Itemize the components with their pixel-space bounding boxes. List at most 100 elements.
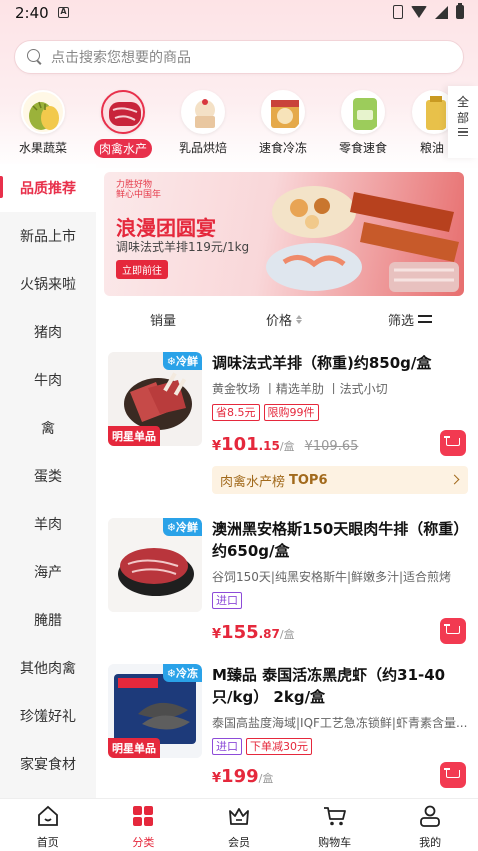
banner-logo-line1: 力胜好物	[116, 180, 153, 190]
category-row: 水果蔬菜 肉禽水产 乳品烘焙 速食冷冻 零食速食 粮油	[0, 86, 478, 162]
cold-fresh-tag: ❄冷鲜	[162, 352, 202, 370]
product-card[interactable]: ❄冷鲜 澳洲黑安格斯150天眼肉牛排（称重）约650g/盒 谷饲150天|纯黑安…	[104, 518, 478, 648]
nav-category[interactable]: 分类	[96, 799, 192, 851]
category-dairy-bakery[interactable]: 乳品烘焙	[168, 86, 238, 162]
product-price: ¥199/盒	[212, 766, 274, 787]
all-categories-label: 全部	[456, 95, 469, 125]
nav-cart[interactable]: 购物车	[287, 799, 383, 851]
banner-logo: 力胜好物 鲜心中国年	[116, 180, 161, 200]
category-grain-oil[interactable]: 粮油	[408, 86, 452, 162]
add-to-cart-button[interactable]	[440, 762, 466, 788]
grain-oil-icon	[412, 90, 452, 134]
add-to-cart-button[interactable]	[440, 430, 466, 456]
product-badges: 进口	[212, 592, 242, 609]
category-label: 零食速食	[338, 141, 387, 155]
product-desc: 谷饲150天|纯黑安格斯牛|鲜嫩多汁|适合煎烤	[212, 570, 452, 584]
crown-icon	[229, 808, 249, 825]
status-time: 2:40	[15, 4, 49, 22]
profile-icon	[420, 805, 441, 827]
banner-go-button[interactable]: 立即前往	[116, 260, 168, 279]
sidebar-item-seafood[interactable]: 海产	[0, 548, 96, 596]
cold-fresh-tag: ❄冷鲜	[162, 518, 202, 536]
category-label: 乳品烘焙	[178, 141, 227, 155]
product-price: ¥155.87/盒	[212, 622, 295, 643]
signal-icon	[435, 5, 448, 19]
all-categories-button[interactable]: 全部	[448, 86, 478, 158]
banner-subtitle: 调味法式羊排119元/1kg	[116, 240, 250, 254]
sidebar-item-pork[interactable]: 猪肉	[0, 308, 96, 356]
star-product-tag: 明星单品	[108, 738, 160, 758]
discount-badge: 下单减30元	[246, 738, 312, 755]
sort-sales-label: 销量	[150, 313, 177, 329]
bottom-nav: 首页 分类 会员 购物车 我的	[0, 798, 478, 851]
sidebar-item-cured[interactable]: 腌腊	[0, 596, 96, 644]
sidebar-item-new[interactable]: 新品上市	[0, 212, 96, 260]
promo-banner[interactable]: 力胜好物 鲜心中国年 浪漫团圆宴 调味法式羊排119元/1kg 立即前往	[104, 172, 464, 296]
filter-button[interactable]: 筛选	[388, 310, 433, 329]
product-card[interactable]: ❄冷冻 明星单品 M臻品 泰国活冻黑虎虾（约31-40只/kg） 2kg/盒 泰…	[104, 664, 478, 796]
product-badges: 进口 下单减30元	[212, 738, 312, 755]
category-label: 速食冷冻	[258, 141, 307, 155]
frozen-tag: ❄冷冻	[162, 664, 202, 682]
sidebar-item-hotpot[interactable]: 火锅来啦	[0, 260, 96, 308]
sidebar-item-other-meat[interactable]: 其他肉禽	[0, 644, 96, 692]
banner-logo-line2: 鲜心中国年	[116, 190, 162, 200]
original-price: ¥109.65	[304, 439, 359, 454]
category-label: 水果蔬菜	[18, 141, 67, 155]
nav-cart-label: 购物车	[318, 836, 352, 849]
snack-bag-icon	[341, 90, 385, 134]
category-meat-seafood[interactable]: 肉禽水产	[88, 86, 158, 162]
notification-a-icon: A	[58, 7, 69, 18]
sidebar-item-eggs[interactable]: 蛋类	[0, 452, 96, 500]
product-card[interactable]: ❄冷鲜 明星单品 调味法式羊排（称重)约850g/盒 黄金牧场 丨精选羊肋 丨法…	[104, 352, 478, 502]
sidebar-item-lamb[interactable]: 羊肉	[0, 500, 96, 548]
sort-arrows-icon	[296, 314, 303, 324]
category-label: 肉禽水产	[93, 139, 152, 158]
category-snacks[interactable]: 零食速食	[328, 86, 398, 162]
status-icons	[393, 3, 464, 19]
filter-bar: 销量 价格 筛选	[104, 302, 474, 336]
nav-profile[interactable]: 我的	[382, 799, 478, 851]
search-bar[interactable]: 点击搜索您想要的商品	[14, 40, 464, 74]
sort-price[interactable]: 价格	[266, 310, 303, 329]
status-bar: 2:40 A	[0, 0, 478, 26]
frozen-food-icon	[261, 90, 305, 134]
banner-title: 浪漫团圆宴	[116, 216, 216, 240]
dessert-icon	[181, 90, 225, 134]
add-to-cart-button[interactable]	[440, 618, 466, 644]
sidebar-item-poultry[interactable]: 禽	[0, 404, 96, 452]
search-placeholder: 点击搜索您想要的商品	[51, 50, 191, 66]
nav-member[interactable]: 会员	[191, 799, 287, 851]
sidebar-item-recommended[interactable]: 品质推荐	[0, 164, 96, 212]
category-label: 粮油	[420, 141, 445, 155]
product-desc: 黄金牧场 丨精选羊肋 丨法式小切	[212, 382, 388, 396]
star-product-tag: 明星单品	[108, 426, 160, 446]
category-icon	[133, 806, 154, 826]
category-frozen[interactable]: 速食冷冻	[248, 86, 318, 162]
saving-badge: 省8.5元	[212, 404, 260, 421]
list-icon	[458, 128, 468, 136]
category-fruit-veg[interactable]: 水果蔬菜	[8, 86, 78, 162]
nav-home[interactable]: 首页	[0, 799, 96, 851]
rank-bar[interactable]: 肉禽水产榜 TOP6	[212, 466, 468, 494]
sidebar-item-beef[interactable]: 牛肉	[0, 356, 96, 404]
chevron-right-icon	[449, 474, 460, 485]
steak-icon	[101, 90, 145, 134]
banner-food-image	[266, 186, 459, 292]
sidebar-item-gifts[interactable]: 珍馐好礼	[0, 692, 96, 740]
product-image: ❄冷冻 明星单品	[108, 664, 202, 758]
sidebar-item-banquet[interactable]: 家宴食材	[0, 740, 96, 788]
sort-sales[interactable]: 销量	[150, 310, 176, 329]
product-title: 澳洲黑安格斯150天眼肉牛排（称重）约650g/盒	[212, 520, 469, 560]
nav-category-label: 分类	[132, 836, 155, 849]
product-image: ❄冷鲜	[108, 518, 202, 612]
rank-value: TOP6	[289, 472, 328, 488]
filter-icon	[418, 313, 433, 325]
nav-profile-label: 我的	[419, 836, 442, 849]
product-desc: 泰国高盐度海域|IQF工艺急冻锁鲜|虾青素含量...	[212, 716, 468, 730]
product-title: 调味法式羊排（称重)约850g/盒	[212, 354, 432, 372]
rank-label: 肉禽水产榜	[220, 474, 286, 490]
battery-icon	[456, 3, 464, 19]
category-sidebar: 品质推荐 新品上市 火锅来啦 猪肉 牛肉 禽 蛋类 羊肉 海产 腌腊 其他肉禽 …	[0, 164, 96, 798]
search-icon	[27, 49, 43, 65]
